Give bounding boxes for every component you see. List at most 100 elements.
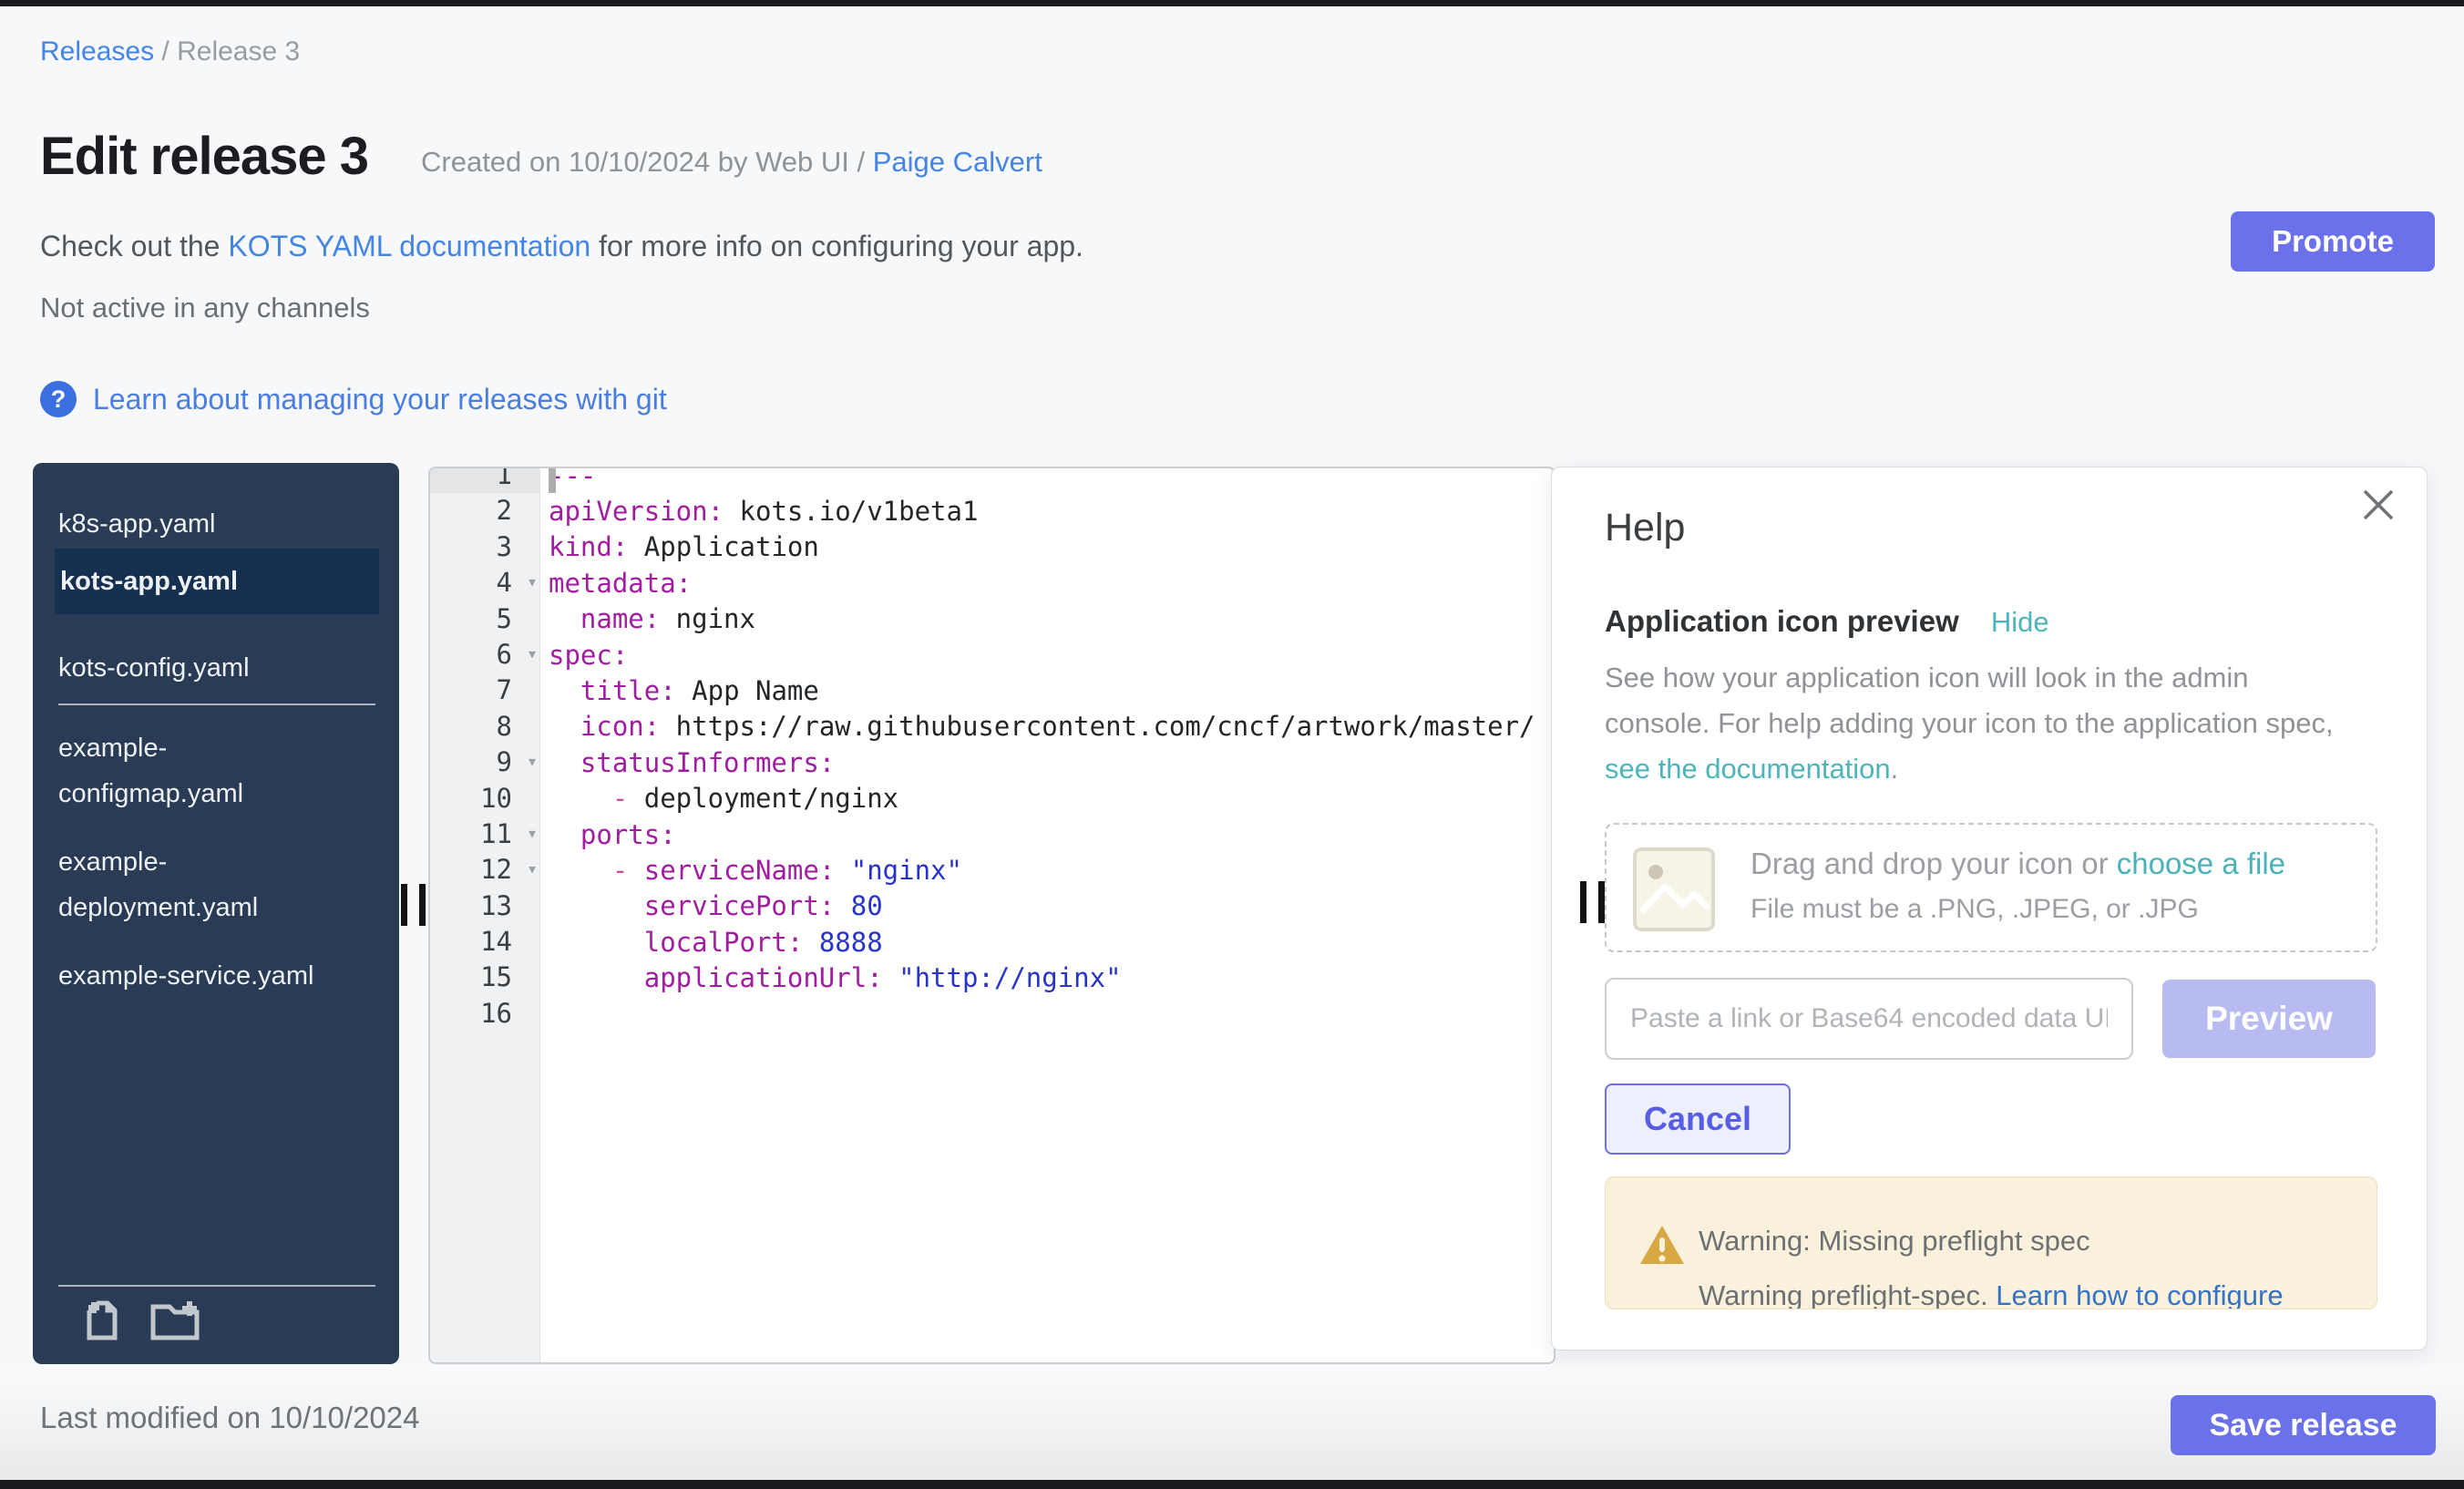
warning-triangle-icon: [1638, 1223, 1686, 1267]
warning-detail: Warning preflight-spec. Learn how to con…: [1699, 1279, 2284, 1309]
window-bottom-edge: [0, 1480, 2464, 1489]
warning-title: Warning: Missing preflight spec: [1699, 1225, 2090, 1258]
close-icon[interactable]: [2357, 484, 2399, 526]
sidebar-item-kots-app-selected[interactable]: kots-app.yaml: [55, 549, 379, 614]
line-number[interactable]: 3: [430, 529, 539, 565]
help-desc-period: .: [1891, 753, 1899, 785]
learn-how-to-configure-link[interactable]: Learn how to configure: [1996, 1279, 2283, 1309]
hide-link[interactable]: Hide: [1991, 606, 2049, 638]
fold-arrow-icon[interactable]: ▾: [527, 750, 538, 772]
channel-status: Not active in any channels: [40, 292, 370, 324]
page-title: Edit release 3: [40, 126, 368, 187]
choose-file-link[interactable]: choose a file: [2117, 847, 2285, 880]
fold-arrow-icon[interactable]: ▾: [527, 570, 538, 592]
line-number[interactable]: 11▾: [430, 816, 539, 852]
add-folder-icon[interactable]: [149, 1298, 202, 1343]
sidebar-divider: [58, 703, 375, 705]
sidebar-item-kots-config[interactable]: kots-config.yaml: [58, 645, 332, 691]
line-number[interactable]: 1: [430, 467, 539, 493]
breadcrumb-current: Release 3: [177, 36, 300, 67]
promote-button[interactable]: Promote: [2231, 211, 2435, 272]
line-number[interactable]: 12▾: [430, 852, 539, 888]
edit-release-page: Releases / Release 3 Edit release 3 Crea…: [0, 0, 2464, 1489]
code-line[interactable]: 13 servicePort: 80: [430, 888, 1554, 924]
drop-file-hint: File must be a .PNG, .JPEG, or .JPG: [1750, 894, 2199, 925]
code-line[interactable]: 8 icon: https://raw.githubusercontent.co…: [430, 709, 1554, 744]
doc-line: Check out the KOTS YAML documentation fo…: [40, 230, 1083, 263]
line-number[interactable]: 4▾: [430, 565, 539, 601]
text-cursor: [549, 467, 556, 493]
line-number[interactable]: 2: [430, 493, 539, 529]
author-link[interactable]: Paige Calvert: [873, 146, 1042, 178]
sidebar-actions: [80, 1298, 202, 1343]
doc-suffix: for more info on configuring your app.: [599, 230, 1083, 262]
fold-arrow-icon[interactable]: ▾: [527, 822, 538, 844]
line-number[interactable]: 5: [430, 601, 539, 637]
code-line[interactable]: 6▾spec:: [430, 637, 1554, 673]
code-line[interactable]: 15 applicationUrl: "http://nginx": [430, 960, 1554, 995]
created-text: Created on 10/10/2024 by Web UI /: [421, 146, 873, 178]
drop-instruction: Drag and drop your icon or choose a file: [1750, 847, 2285, 881]
sidebar-resize-handle[interactable]: [401, 884, 426, 926]
icon-url-input[interactable]: [1605, 978, 2133, 1060]
code-line[interactable]: 12▾ - serviceName: "nginx": [430, 852, 1554, 888]
line-number[interactable]: 10: [430, 781, 539, 816]
preflight-warning: Warning: Missing preflight spec Warning …: [1605, 1176, 2377, 1309]
breadcrumb-releases-link[interactable]: Releases: [40, 36, 154, 67]
warning-body: Warning preflight-spec.: [1699, 1279, 1996, 1309]
drop-text: Drag and drop your icon or: [1750, 847, 2117, 880]
fold-arrow-icon[interactable]: ▾: [527, 857, 538, 879]
see-documentation-link[interactable]: see the documentation: [1605, 753, 1891, 785]
git-help-link[interactable]: Learn about managing your releases with …: [93, 383, 667, 416]
last-modified-text: Last modified on 10/10/2024: [40, 1401, 419, 1435]
code-line[interactable]: 16: [430, 996, 1554, 1032]
preview-button[interactable]: Preview: [2162, 980, 2376, 1058]
sidebar-item-example-configmap[interactable]: example-configmap.yaml: [58, 725, 332, 816]
code-line[interactable]: 10 - deployment/nginx: [430, 781, 1554, 816]
code-line[interactable]: 5 name: nginx: [430, 601, 1554, 637]
doc-prefix: Check out the: [40, 230, 228, 262]
line-number[interactable]: 8: [430, 709, 539, 744]
line-number[interactable]: 7: [430, 673, 539, 708]
help-resize-handle[interactable]: [1580, 881, 1605, 923]
line-number[interactable]: 6▾: [430, 637, 539, 673]
created-line: Created on 10/10/2024 by Web UI / Paige …: [421, 146, 1042, 179]
line-number[interactable]: 15: [430, 960, 539, 995]
icon-preview-title: Application icon preview: [1605, 604, 1959, 638]
icon-drop-zone[interactable]: Drag and drop your icon or choose a file…: [1605, 823, 2377, 952]
code-line[interactable]: 9▾ statusInformers:: [430, 744, 1554, 780]
file-tree-sidebar: k8s-app.yaml kots-app.yaml kots-config.y…: [33, 463, 399, 1364]
code-lines: 1---2apiVersion: kots.io/v1beta13kind: A…: [430, 467, 1554, 1032]
save-release-button[interactable]: Save release: [2171, 1395, 2436, 1455]
code-line[interactable]: 1---: [430, 467, 1554, 493]
fold-arrow-icon[interactable]: ▾: [527, 642, 538, 664]
code-line[interactable]: 4▾metadata:: [430, 565, 1554, 601]
question-circle-icon: ?: [40, 381, 77, 417]
sidebar-item-k8s-app[interactable]: k8s-app.yaml: [58, 501, 332, 547]
line-number[interactable]: 16: [430, 996, 539, 1032]
yaml-editor[interactable]: 1---2apiVersion: kots.io/v1beta13kind: A…: [428, 467, 1555, 1364]
help-panel: Help Application icon preview Hide See h…: [1551, 467, 2428, 1350]
sidebar-divider: [58, 1285, 375, 1287]
sidebar-item-example-deployment[interactable]: example-deployment.yaml: [58, 839, 332, 930]
line-number[interactable]: 14: [430, 924, 539, 960]
git-help-row[interactable]: ? Learn about managing your releases wit…: [40, 379, 667, 419]
code-line[interactable]: 2apiVersion: kots.io/v1beta1: [430, 493, 1554, 529]
help-desc-line2: console. For help adding your icon to th…: [1605, 707, 2334, 739]
code-line[interactable]: 11▾ ports:: [430, 816, 1554, 852]
code-line[interactable]: 7 title: App Name: [430, 673, 1554, 708]
kots-yaml-doc-link[interactable]: KOTS YAML documentation: [228, 230, 590, 262]
line-number[interactable]: 9▾: [430, 744, 539, 780]
add-file-icon[interactable]: [80, 1298, 122, 1343]
code-line[interactable]: 14 localPort: 8888: [430, 924, 1554, 960]
sidebar-item-example-service[interactable]: example-service.yaml: [58, 953, 332, 999]
code-line[interactable]: 3kind: Application: [430, 529, 1554, 565]
sidebar-selected-label: kots-app.yaml: [55, 567, 238, 597]
breadcrumb: Releases / Release 3: [40, 36, 300, 67]
help-desc-line1: See how your application icon will look …: [1605, 662, 2249, 693]
footer: Last modified on 10/10/2024 Save release: [0, 1364, 2464, 1489]
cancel-button[interactable]: Cancel: [1605, 1083, 1791, 1155]
line-number[interactable]: 13: [430, 888, 539, 924]
image-placeholder-icon: [1632, 847, 1716, 932]
breadcrumb-separator: /: [161, 36, 177, 67]
